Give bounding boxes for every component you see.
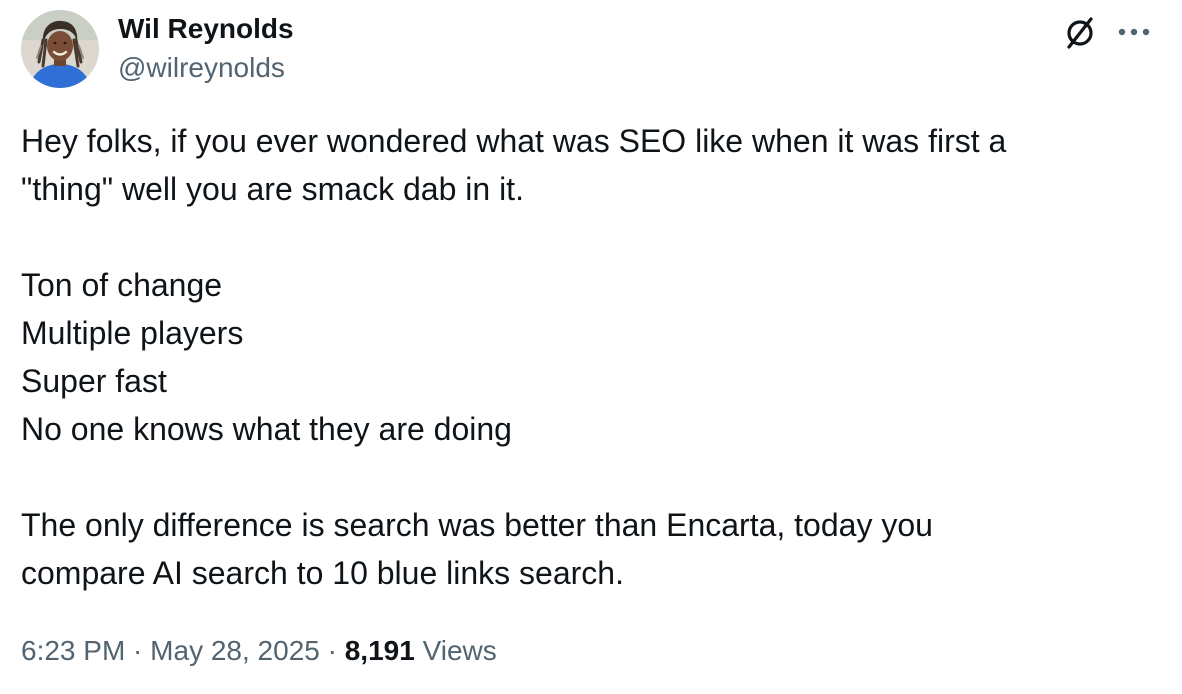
tweet-line: Super fast — [21, 363, 167, 399]
tweet-metadata: 6:23 PM · May 28, 2025 · 8,191 Views — [21, 631, 497, 671]
avatar-image — [21, 10, 99, 88]
avatar[interactable] — [21, 10, 99, 88]
tweet-line: Ton of change — [21, 267, 223, 303]
views-label: Views — [422, 635, 497, 666]
more-horizontal-icon[interactable] — [1112, 10, 1156, 54]
tweet-line: Hey folks, if you ever wondered what was… — [21, 123, 1007, 159]
post-date[interactable]: May 28, 2025 — [150, 635, 320, 666]
post-time[interactable]: 6:23 PM — [21, 635, 125, 666]
tweet-line: compare AI search to 10 blue links searc… — [21, 555, 624, 591]
meta-separator: · — [319, 635, 345, 666]
tweet-card: Wil Reynolds @wilreynolds Hey folks, if … — [0, 0, 1182, 694]
meta-separator: · — [125, 635, 151, 666]
tweet-line: "thing" well you are smack dab in it. — [21, 171, 524, 207]
tweet-text: Hey folks, if you ever wondered what was… — [21, 117, 1151, 597]
author-display-name[interactable]: Wil Reynolds — [118, 12, 294, 46]
views-count: 8,191 — [344, 635, 415, 666]
tweet-line: No one knows what they are doing — [21, 411, 512, 447]
author-handle[interactable]: @wilreynolds — [118, 51, 285, 85]
grok-slash-icon[interactable] — [1058, 10, 1102, 54]
tweet-line: Multiple players — [21, 315, 244, 351]
tweet-line: The only difference is search was better… — [21, 507, 933, 543]
